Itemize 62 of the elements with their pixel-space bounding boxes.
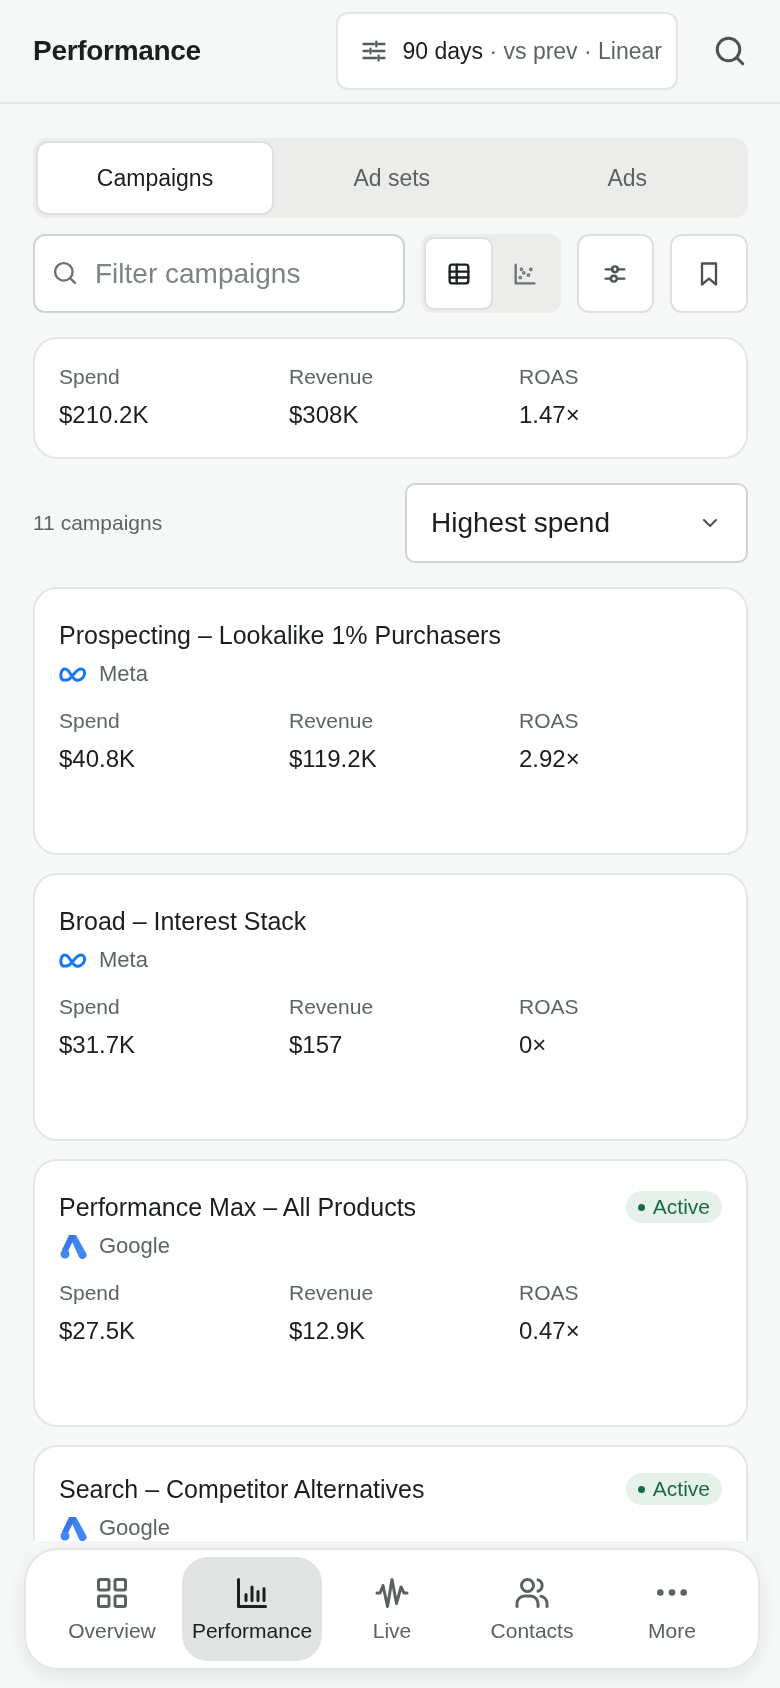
stat-label: ROAS [519, 709, 580, 733]
triangle-logo-icon [59, 1233, 87, 1259]
tab[interactable]: Campaigns [36, 141, 274, 215]
waveform-icon [374, 1575, 410, 1611]
campaign-card[interactable]: Broad – Interest Stack Meta Spend $31.7K Revenue $157 ROAS 0× [33, 873, 748, 1141]
stat-value: 2.92× [519, 745, 581, 773]
stat-label: Revenue [289, 365, 375, 389]
status-badge: Active [625, 1473, 722, 1505]
stat-value: $119.2K [289, 745, 378, 773]
campaign-count: 11 campaigns [33, 511, 163, 535]
stat-label: Spend [59, 1281, 121, 1305]
stat-label: Revenue [289, 1281, 375, 1305]
stat-label: ROAS [519, 995, 580, 1019]
stat-label: Revenue [289, 709, 375, 733]
nav-item[interactable]: Performance [182, 1557, 322, 1661]
campaign-name: Broad – Interest Stack [59, 906, 307, 936]
date-range-button[interactable]: 90 days · vs prev · Linear [336, 12, 678, 90]
campaign-name: Prospecting – Lookalike 1% Purchasers [59, 620, 501, 650]
stat-value: 0× [519, 1031, 548, 1059]
nav-item[interactable]: Overview [42, 1557, 182, 1661]
campaign-card[interactable]: Prospecting – Lookalike 1% Purchasers Meta Spend $40.8K Revenue $119.2K ROAS 2.92× [33, 587, 748, 855]
stat-label: Spend [59, 365, 121, 389]
sort-dropdown[interactable]: Highest spend [405, 483, 748, 563]
more-icon [657, 1589, 687, 1596]
people-icon [514, 1575, 550, 1611]
bar-chart-icon [234, 1575, 270, 1611]
stat-label: Revenue [289, 995, 375, 1019]
status-badge: Active [625, 1191, 722, 1223]
bookmark-button[interactable] [670, 234, 748, 313]
search-icon [51, 259, 79, 287]
stat-value: $40.8K [59, 745, 137, 773]
stat-label: Spend [59, 995, 121, 1019]
triangle-logo-icon [59, 1515, 87, 1541]
tab[interactable]: Ad sets [274, 141, 510, 215]
search-field[interactable]: Filter campaigns [33, 234, 406, 313]
stat-label: ROAS [519, 1281, 580, 1305]
campaign-card[interactable]: Performance Max – All Products Active Google Spend $27.5K Revenue $12.9K ROAS 0.47× [33, 1159, 748, 1427]
nav-item[interactable]: More [602, 1557, 742, 1661]
campaign-name: Search – Competitor Alternatives [59, 1474, 425, 1504]
stat-label: ROAS [519, 365, 580, 389]
stat-value: $157 [289, 1031, 344, 1059]
stat-value: $12.9K [289, 1317, 367, 1345]
stat-value: $31.7K [59, 1031, 137, 1059]
stat-value: 0.47× [519, 1317, 581, 1345]
campaign-name: Performance Max – All Products [59, 1192, 417, 1222]
filter-button[interactable] [576, 234, 655, 313]
platform-label: Meta [99, 947, 148, 973]
stat-value: 1.47× [519, 401, 581, 429]
nav-item[interactable]: Contacts [462, 1557, 602, 1661]
table-view-button[interactable] [424, 237, 493, 310]
stat-value: $210.2K [59, 401, 150, 429]
platform-label: Meta [99, 661, 148, 687]
campaign-card[interactable]: Search – Competitor Alternatives Active Google [33, 1445, 748, 1541]
platform-label: Google [99, 1515, 170, 1541]
platform-label: Google [99, 1233, 170, 1259]
nav-item[interactable]: Live [322, 1557, 462, 1661]
tab[interactable]: Ads [509, 141, 745, 215]
page-title: Performance [33, 35, 202, 67]
stat-label: Spend [59, 709, 121, 733]
grid-icon [94, 1575, 130, 1611]
stat-value: $27.5K [59, 1317, 137, 1345]
stat-value: $308K [289, 401, 360, 429]
